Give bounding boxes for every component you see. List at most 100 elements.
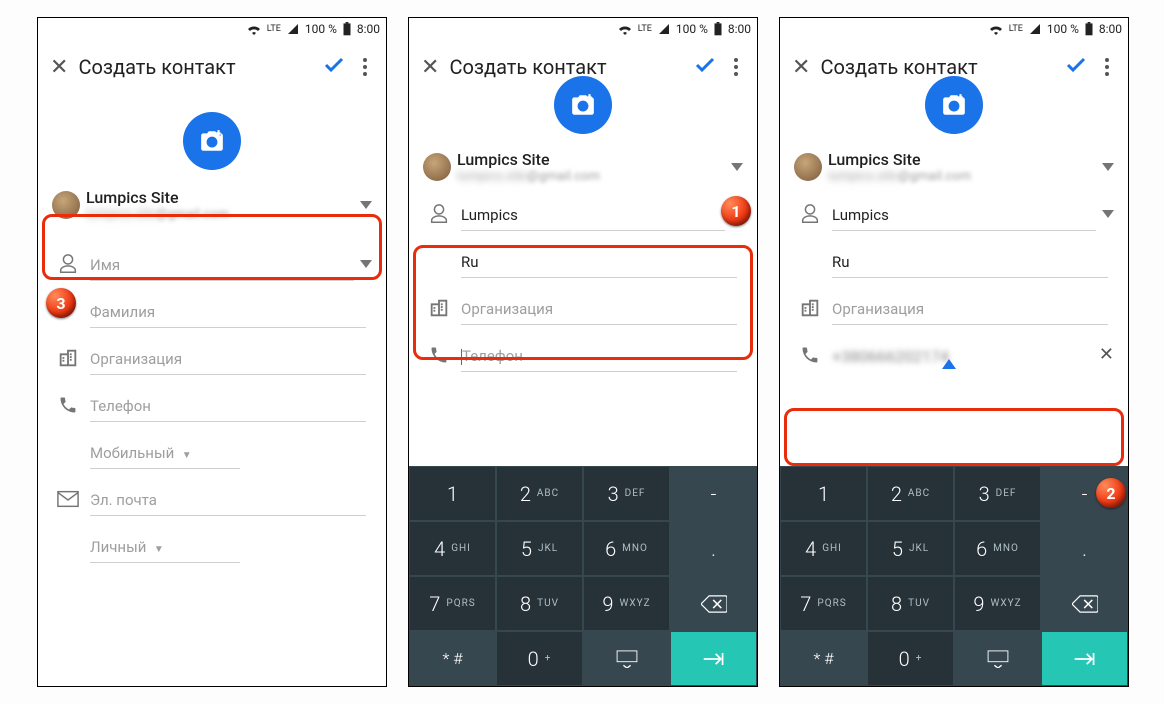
account-name: Lumpics Site (86, 188, 354, 207)
phone-input[interactable]: Телефон (461, 337, 737, 372)
email-type-select[interactable]: Личный ▼ (90, 528, 240, 563)
key-period[interactable]: . (1041, 521, 1128, 576)
screenshot-2: LTE 100 % 8:00 ✕ Создать контакт Lumpics… (408, 17, 758, 687)
key-go[interactable] (1041, 631, 1128, 686)
add-photo-button[interactable] (554, 76, 612, 134)
key-7[interactable]: 7PQRS (409, 576, 496, 631)
phone-type-select[interactable]: Мобильный ▼ (90, 434, 240, 469)
numeric-keypad: 1 2ABC 3DEF - 4GHI 5JKL 6MNO . 7PQRS 8TU… (409, 466, 757, 686)
last-name-row: Ru (409, 235, 757, 282)
first-name-input[interactable]: Lumpics (461, 196, 725, 231)
key-go[interactable] (670, 631, 757, 686)
chevron-down-icon (731, 163, 743, 171)
overflow-menu-icon[interactable] (1098, 58, 1116, 76)
last-name-row: Ru (780, 235, 1128, 282)
company-input[interactable]: Организация (90, 340, 366, 375)
person-icon (52, 253, 84, 275)
key-8[interactable]: 8TUV (867, 576, 954, 631)
key-backspace[interactable] (1041, 576, 1128, 631)
key-1[interactable]: 1 (409, 466, 496, 521)
company-input[interactable]: Организация (461, 290, 737, 325)
highlight-box-2 (784, 408, 1124, 466)
key-9[interactable]: 9WXYZ (583, 576, 670, 631)
first-name-input[interactable]: Имя (90, 246, 354, 281)
close-icon[interactable]: ✕ (421, 55, 439, 80)
phone-value-blurred: +380666202174 (832, 347, 949, 366)
name-row: Lumpics (780, 188, 1128, 235)
key-3[interactable]: 3DEF (583, 466, 670, 521)
key-9[interactable]: 9WXYZ (954, 576, 1041, 631)
person-icon (794, 203, 826, 225)
expand-name-icon[interactable] (360, 260, 372, 268)
battery-percent: 100 % (676, 22, 708, 36)
page-title: Создать контакт (820, 55, 1054, 79)
account-name: Lumpics Site (828, 150, 1096, 169)
overflow-menu-icon[interactable] (356, 58, 374, 76)
overflow-menu-icon[interactable] (727, 58, 745, 76)
last-name-input[interactable]: Фамилия (90, 293, 366, 328)
key-dash[interactable]: - (670, 466, 757, 521)
close-icon[interactable]: ✕ (50, 55, 68, 80)
email-input[interactable]: Эл. почта (90, 481, 366, 516)
building-icon (794, 297, 826, 319)
screenshot-1: LTE 100 % 8:00 ✕ Создать контакт Lumpics… (37, 17, 387, 687)
key-5[interactable]: 5JKL (867, 521, 954, 576)
key-0[interactable]: 0+ (496, 631, 583, 686)
key-4[interactable]: 4GHI (780, 521, 867, 576)
account-selector[interactable]: Lumpics Site lumpics.site@gmail.com (409, 142, 757, 188)
key-hide[interactable] (583, 631, 670, 686)
key-8[interactable]: 8TUV (496, 576, 583, 631)
wifi-icon (988, 23, 1004, 35)
account-selector[interactable]: Lumpics Site lumpics.site@gmail.com (38, 180, 386, 226)
chevron-down-icon (1102, 163, 1114, 171)
key-6[interactable]: 6MNO (583, 521, 670, 576)
key-3[interactable]: 3DEF (954, 466, 1041, 521)
key-2[interactable]: 2ABC (867, 466, 954, 521)
close-icon[interactable]: ✕ (792, 55, 810, 80)
key-6[interactable]: 6MNO (954, 521, 1041, 576)
key-5[interactable]: 5JKL (496, 521, 583, 576)
expand-name-icon[interactable] (1102, 210, 1114, 218)
clock: 8:00 (357, 22, 380, 36)
account-avatar (794, 153, 822, 181)
key-period[interactable]: . (670, 521, 757, 576)
battery-percent: 100 % (1047, 22, 1079, 36)
account-selector[interactable]: Lumpics Site lumpics.site@gmail.com (780, 142, 1128, 188)
last-name-input[interactable]: Ru (832, 243, 1108, 278)
mail-icon (52, 490, 84, 508)
key-1[interactable]: 1 (780, 466, 867, 521)
email-type-row: Личный ▼ (38, 520, 386, 567)
building-icon (423, 297, 455, 319)
company-input[interactable]: Организация (832, 290, 1108, 325)
page-title: Создать контакт (78, 55, 312, 79)
step-badge-2: 2 (1096, 478, 1126, 508)
save-button[interactable] (1064, 53, 1088, 81)
phone-input[interactable]: +380666202174 (832, 337, 1093, 372)
clear-phone-icon[interactable]: ✕ (1099, 344, 1114, 365)
step-badge-3: 3 (46, 288, 76, 318)
phone-row: Телефон (409, 329, 757, 376)
key-backspace[interactable] (670, 576, 757, 631)
phone-icon (52, 395, 84, 415)
account-avatar (52, 191, 80, 219)
contact-photo-wrap (38, 112, 386, 170)
add-photo-button[interactable] (183, 112, 241, 170)
status-bar: LTE 100 % 8:00 (780, 18, 1128, 40)
key-2[interactable]: 2ABC (496, 466, 583, 521)
key-7[interactable]: 7PQRS (780, 576, 867, 631)
first-name-input[interactable]: Lumpics (832, 196, 1096, 231)
key-0[interactable]: 0+ (867, 631, 954, 686)
battery-percent: 100 % (305, 22, 337, 36)
key-symbols[interactable]: * # (780, 631, 867, 686)
chevron-down-icon (360, 201, 372, 209)
save-button[interactable] (322, 53, 346, 81)
phone-input[interactable]: Телефон (90, 387, 366, 422)
add-photo-button[interactable] (925, 76, 983, 134)
save-button[interactable] (693, 53, 717, 81)
contact-photo-wrap (780, 76, 1128, 134)
key-symbols[interactable]: * # (409, 631, 496, 686)
network-label: LTE (638, 24, 652, 34)
key-4[interactable]: 4GHI (409, 521, 496, 576)
last-name-input[interactable]: Ru (461, 243, 737, 278)
key-hide[interactable] (954, 631, 1041, 686)
